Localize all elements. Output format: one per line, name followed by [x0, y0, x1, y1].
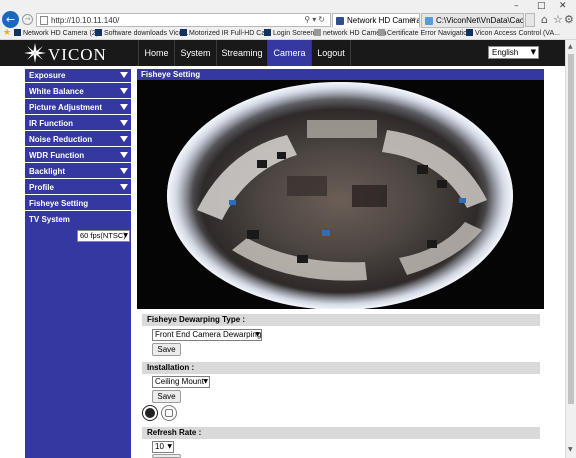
- search-refresh-icons[interactable]: ⚲▾↻: [304, 15, 327, 24]
- close-window-icon[interactable]: ✕: [559, 1, 567, 11]
- sidebar-item-tv-system: TV System: [29, 215, 70, 224]
- favorites-bar: ★ Network HD Camera (2) Software downloa…: [0, 28, 576, 40]
- nav-home[interactable]: Home: [138, 40, 174, 66]
- sidebar-item-backlight[interactable]: Backlight: [25, 165, 131, 179]
- tab-label: C:\ViconNet\VnData\Cach...: [436, 16, 524, 25]
- installation-label: Installation :: [142, 362, 540, 374]
- expand-arrow-icon: [120, 152, 128, 158]
- expand-arrow-icon: [120, 88, 128, 94]
- page-title: Fisheye Setting: [137, 69, 544, 80]
- camera-web-page: VICON Home System Streaming Camera Logou…: [0, 40, 576, 458]
- installation-select[interactable]: Ceiling Mount ▼: [152, 376, 210, 388]
- close-tab-icon[interactable]: ×: [409, 15, 416, 24]
- favorite-link[interactable]: Motorized IR Full-HD Ca...: [180, 29, 271, 37]
- fisheye-video-image: [137, 80, 544, 309]
- tab-vicon-cache[interactable]: C:\ViconNet\VnData\Cach...: [421, 13, 524, 28]
- favorite-link[interactable]: Network HD Camera (2): [14, 29, 98, 37]
- fisheye-live-view[interactable]: [137, 80, 544, 309]
- sidebar-item-profile[interactable]: Profile: [25, 181, 131, 195]
- nav-streaming[interactable]: Streaming: [216, 40, 267, 66]
- sidebar-item-white-balance[interactable]: White Balance: [25, 85, 131, 99]
- vicon-favicon-icon: [466, 29, 473, 36]
- tab-favicon: [336, 17, 344, 25]
- nav-logout[interactable]: Logout: [311, 40, 351, 66]
- installation-value: Ceiling Mount: [155, 377, 204, 386]
- favorites-star-icon[interactable]: ☆: [553, 13, 563, 26]
- favorite-link[interactable]: Vicon Access Control (VA...: [466, 29, 560, 37]
- sidebar-item-fisheye-setting[interactable]: Fisheye Setting: [25, 197, 131, 211]
- chevron-down-icon: ▼: [530, 48, 536, 56]
- dewarping-type-select[interactable]: Front End Camera Dewarping ▼: [152, 329, 262, 341]
- vertical-scrollbar[interactable]: ▲ ▼: [565, 40, 576, 458]
- vicon-favicon-icon: [264, 29, 271, 36]
- address-bar[interactable]: http://10.10.11.140/ ⚲▾↻: [36, 13, 331, 27]
- dewarping-type-value: Front End Camera Dewarping: [155, 330, 262, 339]
- settings-gear-icon[interactable]: ⚙: [564, 13, 574, 26]
- chevron-down-icon: ▼: [255, 331, 260, 338]
- vicon-favicon-icon: [95, 29, 102, 36]
- address-url[interactable]: http://10.10.11.140/: [51, 16, 119, 25]
- scroll-up-icon[interactable]: ▲: [568, 43, 573, 50]
- sidebar-item-ir-function[interactable]: IR Function: [25, 117, 131, 131]
- favorite-link[interactable]: Software downloads Vico...: [95, 29, 188, 37]
- dewarping-type-label: Fisheye Dewarping Type :: [142, 314, 540, 326]
- language-select[interactable]: English ▼: [488, 46, 539, 59]
- chevron-down-icon: ▼: [203, 378, 208, 385]
- sidebar-item-noise-reduction[interactable]: Noise Reduction: [25, 133, 131, 147]
- refresh-rate-label: Refresh Rate :: [142, 427, 540, 439]
- expand-arrow-icon: [120, 184, 128, 190]
- sidebar-item-exposure[interactable]: Exposure: [25, 69, 131, 83]
- sidebar-item-picture-adjustment[interactable]: Picture Adjustment: [25, 101, 131, 115]
- brand-name: VICON: [48, 45, 107, 64]
- save-refresh-rate-button[interactable]: Save: [152, 454, 181, 458]
- page-icon: [40, 16, 48, 25]
- favorite-link[interactable]: network HD Camera: [314, 29, 386, 37]
- tab-favicon: [425, 17, 433, 25]
- nav-system[interactable]: System: [174, 40, 216, 66]
- refresh-rate-select[interactable]: 10 ▼: [152, 441, 174, 453]
- tv-system-select[interactable]: 60 fps(NTSC) ▼: [77, 230, 130, 242]
- restore-icon[interactable]: □: [537, 1, 546, 11]
- page-favicon-icon: [314, 29, 321, 36]
- chevron-down-icon: ▼: [167, 443, 172, 450]
- vicon-star-icon: [24, 43, 46, 63]
- nav-camera[interactable]: Camera: [267, 40, 311, 66]
- main-content: Fisheye Setting Fisheye Dewarping Type:…: [137, 69, 544, 458]
- expand-arrow-icon: [120, 120, 128, 126]
- tv-system-value: 60 fps(NTSC): [80, 231, 126, 240]
- vicon-favicon-icon: [14, 29, 21, 36]
- expand-arrow-icon: [120, 168, 128, 174]
- new-tab-button[interactable]: [525, 13, 535, 27]
- favorites-star-icon[interactable]: ★: [3, 28, 11, 38]
- vicon-favicon-icon: [180, 29, 187, 36]
- sidebar-item-wdr-function[interactable]: WDR Function: [25, 149, 131, 163]
- favorite-link[interactable]: Certificate Error Navigatio...: [378, 29, 473, 37]
- chevron-down-icon: ▼: [123, 232, 128, 239]
- ceiling-mount-icon[interactable]: [142, 405, 158, 421]
- tab-network-hd-camera[interactable]: Network HD Camera ×: [332, 13, 420, 28]
- minimize-icon[interactable]: –: [514, 1, 519, 11]
- scrollbar-thumb[interactable]: [568, 54, 574, 404]
- save-dewarping-button[interactable]: Save: [152, 343, 181, 356]
- back-button[interactable]: ←: [2, 11, 19, 28]
- scroll-down-icon[interactable]: ▼: [568, 446, 573, 453]
- settings-sidebar: Exposure White Balance Picture Adjustmen…: [25, 69, 131, 458]
- favorite-link[interactable]: Login Screen: [264, 29, 314, 37]
- home-icon[interactable]: ⌂: [541, 13, 548, 26]
- forward-button[interactable]: →: [22, 14, 33, 25]
- top-header: VICON Home System Streaming Camera Logou…: [0, 40, 576, 66]
- save-installation-button[interactable]: Save: [152, 390, 181, 403]
- expand-arrow-icon: [120, 136, 128, 142]
- wall-mount-icon[interactable]: [161, 405, 177, 421]
- expand-arrow-icon: [120, 72, 128, 78]
- page-favicon-icon: [378, 29, 385, 36]
- expand-arrow-icon: [120, 104, 128, 110]
- language-value: English: [492, 48, 519, 57]
- refresh-rate-value: 10: [155, 442, 164, 451]
